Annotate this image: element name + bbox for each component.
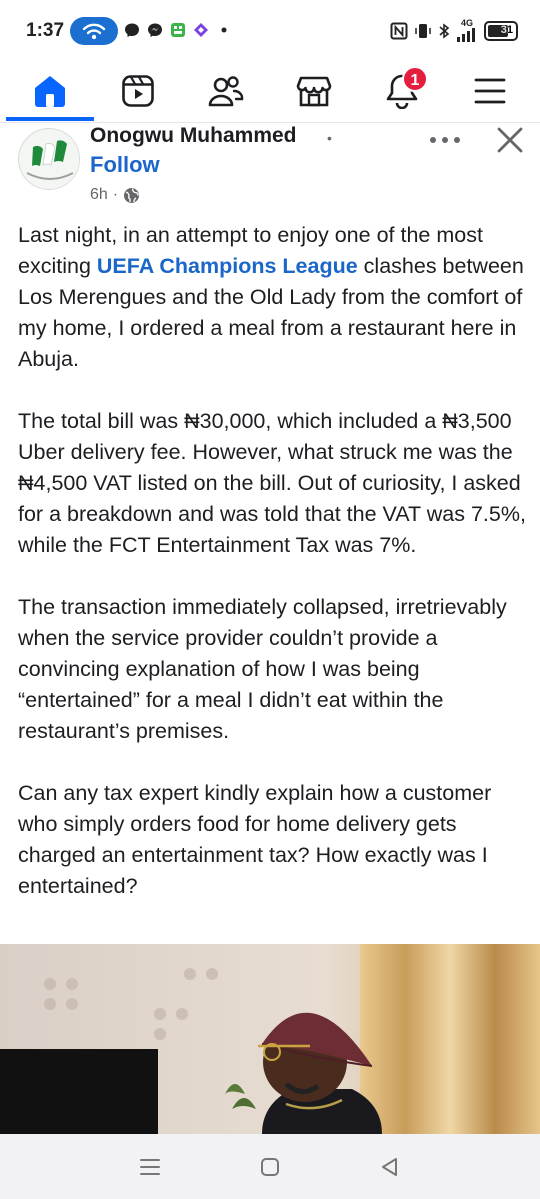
name-separator: • [327, 130, 332, 146]
recents-icon [140, 1158, 160, 1175]
close-post-button[interactable] [492, 124, 528, 156]
status-time: 1:37 [26, 20, 65, 41]
meta-separator: · [112, 186, 119, 203]
tab-notifications[interactable]: 1 [372, 66, 432, 116]
notification-badge: 1 [402, 66, 428, 92]
tab-watch[interactable] [108, 66, 168, 116]
system-nav-bar [0, 1134, 540, 1199]
bluetooth-icon [439, 22, 450, 39]
post-meta: 6h · [90, 186, 140, 204]
vibrate-icon [415, 23, 431, 38]
network-label: 4G [460, 18, 473, 28]
globe-icon [124, 187, 140, 203]
uefa-link[interactable]: UEFA Champions League [97, 254, 358, 278]
hotspot-icon[interactable] [70, 17, 118, 45]
facebook-nav-bar: 1 [0, 62, 540, 121]
video-icon [122, 75, 154, 107]
recents-button[interactable] [130, 1147, 170, 1187]
tab-marketplace[interactable] [284, 66, 344, 116]
photo-man-in-cap [0, 944, 540, 1134]
post-header: Onogwu Muhammed • Follow 6h · [0, 124, 540, 216]
nfc-icon [390, 22, 408, 39]
post-photo[interactable] [0, 944, 540, 1134]
post-paragraph: Last night, in an attempt to enjoy one o… [18, 220, 528, 375]
dot-icon [221, 27, 227, 33]
more-options-button[interactable] [425, 126, 465, 154]
follow-button[interactable]: Follow [90, 152, 160, 178]
back-button[interactable] [370, 1147, 410, 1187]
chat-icon [148, 23, 162, 37]
post-paragraph: The total bill was ₦30,000, which includ… [18, 409, 526, 557]
nav-divider [0, 122, 540, 123]
home-button-icon [261, 1157, 279, 1176]
signal-icon [457, 28, 475, 42]
battery-icon: 31 [484, 20, 518, 41]
status-right: 4G 31 [390, 19, 518, 42]
back-icon [382, 1157, 397, 1176]
tab-menu[interactable] [460, 66, 520, 116]
post-paragraph: Can any tax expert kindly explain how a … [18, 781, 492, 898]
app-icon [171, 23, 185, 37]
post-time[interactable]: 6h [90, 186, 108, 204]
close-icon [497, 127, 523, 153]
home-icon [35, 76, 65, 107]
friends-icon [208, 76, 244, 107]
home-button[interactable] [250, 1147, 290, 1187]
avatar[interactable] [18, 128, 80, 190]
author-name[interactable]: Onogwu Muhammed [90, 124, 297, 148]
battery-level: 31 [500, 23, 513, 36]
status-bar: 1:37 4G 31 [0, 0, 540, 62]
more-icon [430, 137, 460, 143]
post-text: Last night, in an attempt to enjoy one o… [18, 220, 528, 933]
signal-group: 4G [456, 19, 478, 42]
messenger-icon [125, 23, 139, 37]
post-paragraph: The transaction immediately collapsed, i… [18, 595, 507, 743]
menu-icon [474, 78, 506, 104]
notification-icons [124, 22, 232, 38]
avatar-logo-image [20, 130, 79, 189]
app-icon [194, 23, 208, 37]
tab-home[interactable] [6, 66, 94, 121]
tab-friends[interactable] [196, 66, 256, 116]
marketplace-icon [296, 76, 332, 107]
